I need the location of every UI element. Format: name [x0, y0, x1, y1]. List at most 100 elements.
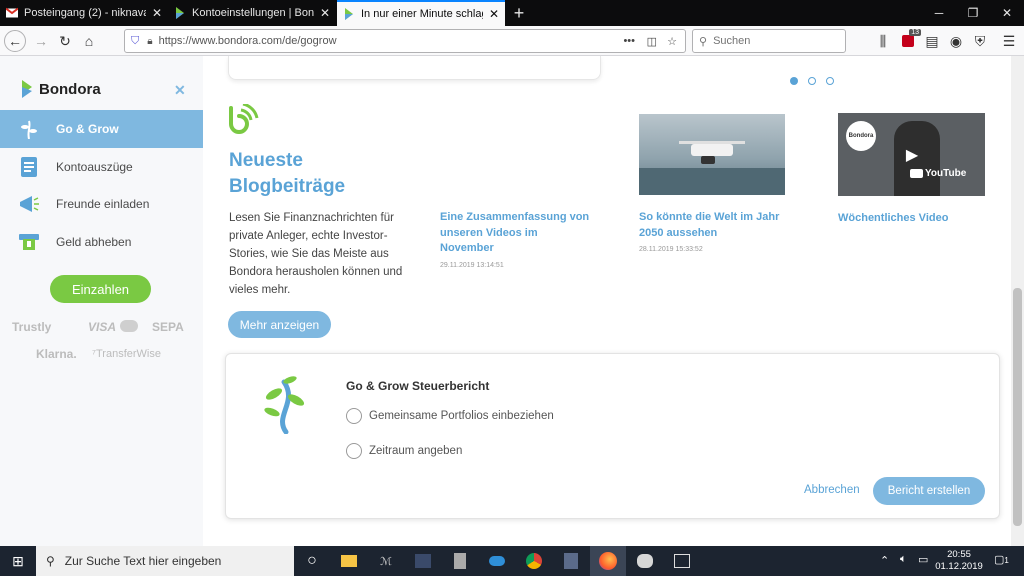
search-placeholder: Suchen — [713, 35, 751, 47]
shield-extension-icon[interactable]: ⛨ — [969, 30, 991, 52]
video-thumbnail[interactable]: Bondora ▶ YouTube — [838, 113, 985, 196]
plant-illustration-icon — [260, 372, 308, 439]
page-actions-icon[interactable]: ••• — [623, 35, 635, 47]
sidebar-item-go-grow[interactable]: Go & Grow — [0, 110, 203, 148]
sidebar-item-label: Freunde einladen — [56, 197, 150, 211]
post-title-3[interactable]: Wöchentliches Video — [838, 212, 988, 224]
search-icon: ⚲ — [46, 554, 55, 568]
gmail-icon — [5, 7, 19, 19]
scrollbar-thumb[interactable] — [1013, 288, 1022, 526]
sidebar-item-label: Geld abheben — [56, 235, 132, 249]
chrome-icon[interactable] — [516, 546, 552, 576]
taskbar-search-placeholder: Zur Suche Text hier eingeben — [64, 554, 222, 568]
carousel-dot-2[interactable] — [808, 77, 816, 85]
page-content: Bondora ✕ Go & Grow Kontoauszüge Freunde… — [0, 56, 1024, 546]
bondora-icon — [174, 7, 186, 19]
notification-center-icon[interactable]: ▢1 — [994, 553, 1009, 566]
file-explorer-icon[interactable] — [331, 546, 367, 576]
network-icon[interactable]: ▭ — [918, 553, 928, 566]
carousel-dot-3[interactable] — [826, 77, 834, 85]
option-shared-portfolios[interactable]: Gemeinsame Portfolios einbeziehen — [346, 408, 554, 424]
photos-icon[interactable] — [664, 546, 700, 576]
app-icon-4[interactable] — [553, 546, 589, 576]
visa-logo: VISA — [88, 320, 117, 334]
reload-button[interactable]: ↻ — [54, 30, 76, 52]
shield-icon: ⛉ — [131, 34, 140, 47]
tab-label: In nur einer Minute schlagen Si — [361, 8, 483, 20]
play-icon[interactable]: ▶ — [902, 145, 922, 165]
post-date-2: 28.11.2019 15:33:52 — [639, 246, 703, 253]
post-image-drone[interactable] — [639, 114, 785, 195]
app-icon-1[interactable]: ℳ — [368, 546, 404, 576]
browser-tab-bar: Posteingang (2) - niknavarsky@ ✕ Kontoei… — [0, 0, 1024, 26]
firefox-icon[interactable] — [590, 546, 626, 576]
notification-badge: 13 — [909, 29, 921, 36]
url-bar[interactable]: ⛉ 🔒︎ https://www.bondora.com/de/gogrow •… — [124, 29, 686, 53]
close-icon[interactable]: ✕ — [152, 6, 162, 20]
blog-heading-line1: Neueste — [229, 150, 303, 171]
windows-start-icon[interactable]: ⊞ — [0, 546, 36, 576]
more-button[interactable]: Mehr anzeigen — [228, 311, 331, 338]
calculator-icon[interactable] — [442, 546, 478, 576]
transferwise-label: TransferWise — [95, 348, 161, 360]
back-button[interactable]: ← — [4, 30, 26, 52]
scrollbar[interactable] — [1011, 56, 1024, 546]
taskbar-search[interactable]: ⚲ Zur Suche Text hier eingeben — [36, 546, 294, 576]
paint-icon[interactable] — [627, 546, 663, 576]
carousel-dot-1[interactable] — [790, 77, 798, 85]
close-icon[interactable]: ✕ — [320, 6, 330, 20]
new-tab-button[interactable]: + — [510, 2, 528, 24]
app-icon-2[interactable] — [405, 546, 441, 576]
cancel-button[interactable]: Abbrechen — [804, 484, 860, 496]
sidebar-item-geld-abheben[interactable]: Geld abheben — [0, 223, 203, 261]
reload-icon: ↻ — [59, 32, 71, 49]
clock[interactable]: 20:55 01.12.2019 — [934, 549, 984, 573]
tab-kontoeinstellungen[interactable]: Kontoeinstellungen | Bondora ✕ — [168, 0, 336, 26]
blog-description: Lesen Sie Finanznachrichten für private … — [229, 212, 403, 296]
home-icon: ⌂ — [84, 33, 94, 49]
search-icon: ⚲ — [699, 35, 708, 48]
menu-icon[interactable]: ☰ — [998, 30, 1020, 52]
pocket-icon[interactable]: ◫ — [647, 35, 657, 48]
notif-count: 1 — [1004, 556, 1009, 565]
app-icon-3[interactable] — [479, 546, 515, 576]
sidebar-item-kontoauszuege[interactable]: Kontoauszüge — [0, 148, 203, 186]
minimize-button[interactable]: ─ — [922, 0, 956, 26]
radio-period[interactable] — [346, 443, 362, 459]
library-icon[interactable]: ⫼ — [872, 30, 894, 52]
youtube-label: YouTube — [925, 168, 967, 179]
radio-shared-portfolios[interactable] — [346, 408, 362, 424]
home-button[interactable]: ⌂ — [78, 30, 100, 52]
bookmark-star-icon[interactable]: ☆ — [667, 35, 677, 48]
tab-label: Kontoeinstellungen | Bondora — [192, 7, 314, 19]
document-icon — [18, 156, 40, 178]
tab-gogrow[interactable]: In nur einer Minute schlagen Si ✕ — [337, 0, 505, 26]
post-title-2[interactable]: So könnte die Welt im Jahr 2050 aussehen — [639, 210, 789, 241]
tray-chevron-icon[interactable]: ⌃ — [880, 554, 889, 567]
tab-label: Posteingang (2) - niknavarsky@ — [24, 7, 146, 19]
tab-gmail[interactable]: Posteingang (2) - niknavarsky@ ✕ — [0, 0, 168, 26]
search-bar[interactable]: ⚲ Suchen — [692, 29, 846, 53]
account-icon[interactable]: ◉ — [945, 30, 967, 52]
maximize-button[interactable]: ❐ — [956, 0, 990, 26]
url-text[interactable]: https://www.bondora.com/de/gogrow — [159, 35, 337, 47]
bondora-logo[interactable]: Bondora — [20, 80, 101, 98]
close-sidebar-icon[interactable]: ✕ — [174, 82, 186, 99]
close-window-button[interactable]: ✕ — [990, 0, 1024, 26]
task-view-icon[interactable]: ○ — [294, 546, 330, 576]
volume-icon[interactable]: 🔈︎ — [900, 553, 907, 566]
sidebar-toggle-icon[interactable]: ▤ — [921, 30, 943, 52]
bondora-logo-icon — [22, 80, 32, 98]
forward-button[interactable]: → — [30, 30, 52, 52]
option-period[interactable]: Zeitraum angeben — [346, 443, 462, 459]
mastercard-logo — [120, 320, 138, 332]
deposit-button[interactable]: Einzahlen — [50, 275, 151, 303]
trustly-logo: Trustly — [12, 320, 52, 334]
extension-button[interactable]: 13 — [897, 29, 921, 52]
close-icon[interactable]: ✕ — [489, 7, 499, 21]
sidebar-item-freunde-einladen[interactable]: Freunde einladen — [0, 185, 203, 223]
option-label: Gemeinsame Portfolios einbeziehen — [369, 410, 554, 422]
logo-text: Bondora — [39, 80, 101, 98]
post-title-1[interactable]: Eine Zusammenfassung von unseren Videos … — [440, 210, 590, 257]
create-report-button[interactable]: Bericht erstellen — [873, 477, 985, 505]
